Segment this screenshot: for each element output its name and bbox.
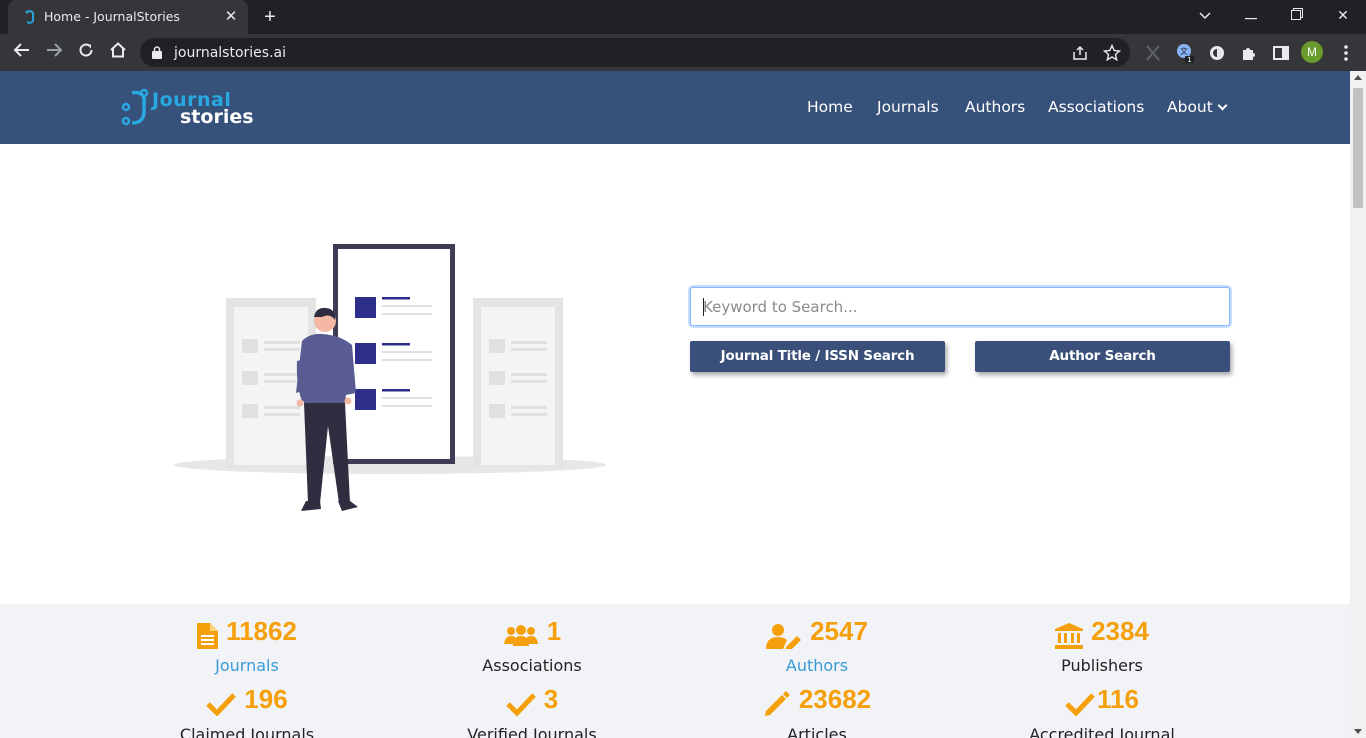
tab-search-icon[interactable] [1182,0,1228,30]
lock-icon[interactable] [152,46,162,59]
stat-value: 116 [1097,684,1139,714]
reload-icon[interactable] [74,41,98,65]
user-edit-icon [766,623,802,649]
browser-tab[interactable]: Home - JournalStories ✕ [8,0,248,34]
nav-home[interactable]: Home [807,98,853,116]
browser-tab-bar: Home - JournalStories ✕ + ✕ [0,0,1366,34]
back-icon[interactable] [10,41,34,65]
url-text[interactable]: journalstories.ai [174,45,286,61]
stat-journals: 11862 Journals 196 Claimed Journals [107,604,387,738]
home-icon[interactable] [106,41,130,65]
scroll-down-arrow-icon[interactable] [1354,729,1362,734]
stat-label: Articles [787,725,847,738]
journalstories-favicon-icon [25,10,34,24]
stat-label: Claimed Journals [179,725,315,738]
forward-icon[interactable] [42,41,66,65]
stat-value: 1 [546,616,562,646]
nav-authors[interactable]: Authors [965,98,1025,116]
close-window-icon[interactable]: ✕ [1320,0,1366,30]
stat-value: 2384 [1091,616,1149,646]
pencil-icon [764,690,790,716]
site-header: Journal stories Home Journals Authors As… [0,71,1350,144]
extension-badge: 1 [1187,56,1191,63]
stat-value: 11862 [226,616,297,646]
bookmark-star-icon[interactable] [1103,44,1121,62]
side-panel-icon[interactable] [1271,43,1291,63]
scrollbar-thumb[interactable] [1353,88,1363,208]
tab-title: Home - JournalStories [44,9,180,24]
tab-close-icon[interactable]: ✕ [222,8,240,26]
author-search-button[interactable]: Author Search [975,341,1230,372]
chevron-down-icon [1217,100,1228,111]
profile-avatar[interactable]: M [1301,41,1323,63]
web-page: Journal stories Home Journals Authors As… [0,71,1350,738]
stat-authors: 2547 Authors 23682 Articles [677,604,957,738]
check-icon [505,693,536,716]
stat-value: 196 [244,684,288,714]
stat-label: Verified Journals [467,725,597,738]
svg-text:stories: stories [180,106,254,128]
share-icon[interactable] [1071,44,1089,62]
nav-associations[interactable]: Associations [1048,98,1144,116]
institution-icon [1055,622,1084,649]
stat-value: 23682 [798,684,872,714]
svg-text:文: 文 [1180,46,1188,56]
keyword-search-input[interactable] [690,287,1230,326]
stats-section: 11862 Journals 196 Claimed Journals 1 As… [0,604,1350,738]
stat-label: Associations [482,656,582,675]
puzzle-extensions-icon[interactable] [1239,43,1259,63]
stat-value: 3 [543,684,559,714]
stat-label-link[interactable]: Journals [215,656,279,675]
stat-label: Accredited Journal [1029,725,1175,738]
document-icon [197,622,219,649]
stat-value: 2547 [810,616,868,646]
scroll-up-arrow-icon[interactable] [1354,75,1362,80]
minimize-icon[interactable] [1228,0,1274,30]
address-bar[interactable]: journalstories.ai [140,38,1130,67]
journal-title-issn-search-button[interactable]: Journal Title / ISSN Search [690,341,945,372]
text-cursor [703,298,704,316]
circle-extension-icon[interactable] [1207,43,1227,63]
stat-associations: 1 Associations 3 Verified Journals [392,604,672,738]
stat-label: Publishers [1061,656,1143,675]
nav-journals[interactable]: Journals [877,98,939,116]
browser-toolbar: journalstories.ai 文1 M [0,34,1366,71]
restore-icon[interactable] [1274,0,1320,30]
check-icon [1065,693,1095,716]
new-tab-icon[interactable]: + [259,6,281,28]
x-extension-icon[interactable] [1143,43,1163,63]
check-icon [206,693,237,716]
menu-kebab-icon[interactable] [1336,43,1356,63]
page-scrollbar[interactable] [1350,71,1366,738]
nav-about-label: About [1167,98,1213,116]
stat-label-link[interactable]: Authors [786,656,848,675]
users-icon [503,624,538,646]
stat-publishers: 2384 Publishers 116 Accredited Journal [962,604,1242,738]
translate-extension-icon[interactable]: 文1 [1175,43,1195,63]
person-reading-documents-illustration [174,244,606,511]
nav-about[interactable]: About [1167,98,1228,116]
journalstories-logo[interactable]: Journal stories [118,87,273,129]
